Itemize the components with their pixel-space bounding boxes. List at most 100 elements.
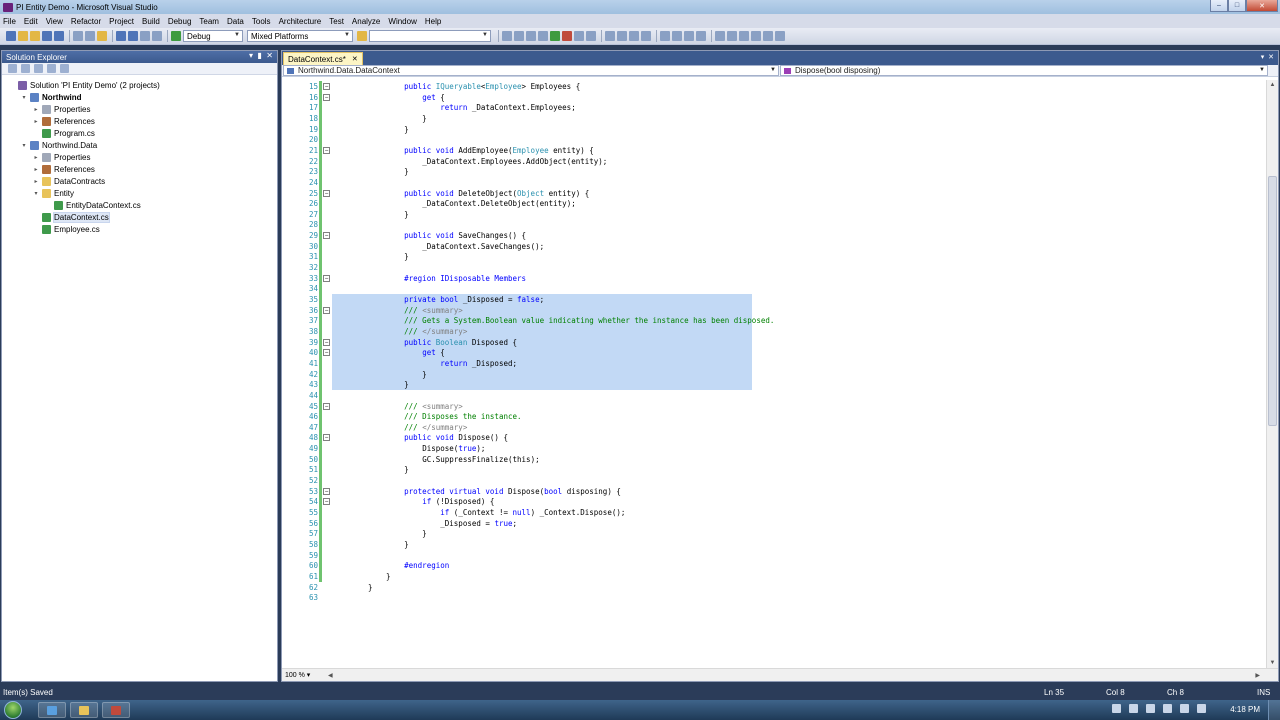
taskbar-visual-studio-button[interactable]	[102, 702, 130, 718]
code-line[interactable]: 56 _Disposed = true;	[282, 518, 1267, 529]
tray-power-icon[interactable]	[1180, 704, 1189, 713]
collapse-region-icon[interactable]: −	[323, 338, 330, 346]
code-line[interactable]: 27 }	[282, 209, 1267, 220]
menu-build[interactable]: Build	[142, 17, 160, 26]
code-line[interactable]: 21− public void AddEmployee(Employee ent…	[282, 145, 1267, 156]
code-line[interactable]: 50 GC.SuppressFinalize(this);	[282, 454, 1267, 465]
taskbar-ie-button[interactable]	[38, 702, 66, 718]
code-line[interactable]: 23 }	[282, 166, 1267, 177]
code-line[interactable]: 57 }	[282, 528, 1267, 539]
tray-network-icon[interactable]	[1146, 704, 1155, 713]
zoom-level[interactable]: 100 % ▾	[282, 671, 322, 679]
menu-edit[interactable]: Edit	[24, 17, 38, 26]
menu-tools[interactable]: Tools	[252, 17, 271, 26]
tree-item[interactable]: ▸ Properties	[32, 103, 90, 115]
code-line[interactable]: 39− public Boolean Disposed {	[282, 337, 1267, 348]
tree-item[interactable]: ▾ Entity	[32, 187, 74, 199]
expand-icon[interactable]: ▸	[32, 118, 40, 125]
member-navigation-select[interactable]: Dispose(bool disposing) ▼	[780, 65, 1268, 76]
copy-icon[interactable]	[85, 31, 95, 41]
tree-item[interactable]: ▸ References	[32, 115, 95, 127]
expand-icon[interactable]: ▸	[32, 178, 40, 185]
solution-configuration-select[interactable]: Debug ▼	[183, 30, 243, 42]
tray-notification-icon[interactable]	[1112, 704, 1121, 713]
navigate-back-icon[interactable]	[140, 31, 150, 41]
menu-refactor[interactable]: Refactor	[71, 17, 101, 26]
code-line[interactable]: 32	[282, 262, 1267, 273]
scroll-up-icon[interactable]: ▲	[1267, 80, 1278, 91]
code-line[interactable]: 55 if (_Context != null) _Context.Dispos…	[282, 507, 1267, 518]
active-files-icon[interactable]: ▾	[1261, 54, 1265, 61]
close-button[interactable]: ✕	[1246, 0, 1278, 12]
tree-item[interactable]: Solution 'PI Entity Demo' (2 projects)	[8, 79, 160, 91]
command-window-icon[interactable]	[574, 31, 584, 41]
tray-flag-icon[interactable]	[1129, 704, 1138, 713]
find-in-files-icon[interactable]	[357, 31, 367, 41]
extension-manager-icon[interactable]	[562, 31, 572, 41]
auto-hide-icon[interactable]: ▮	[257, 51, 261, 60]
code-line[interactable]: 59	[282, 550, 1267, 561]
code-line[interactable]: 53− protected virtual void Dispose(bool …	[282, 486, 1267, 497]
start-button[interactable]	[4, 701, 22, 719]
code-line[interactable]: 24	[282, 177, 1267, 188]
collapse-region-icon[interactable]: −	[323, 306, 330, 314]
code-line[interactable]: 58 }	[282, 539, 1267, 550]
code-line[interactable]: 60 #endregion	[282, 560, 1267, 571]
code-line[interactable]: 42 }	[282, 369, 1267, 380]
collapse-region-icon[interactable]: −	[323, 232, 330, 240]
menu-analyze[interactable]: Analyze	[352, 17, 380, 26]
vertical-scrollbar[interactable]: ▲ ▼	[1266, 80, 1278, 669]
vertical-scroll-thumb[interactable]	[1268, 176, 1277, 426]
display-quick-info-icon[interactable]	[629, 31, 639, 41]
clear-bookmarks-icon[interactable]	[775, 31, 785, 41]
code-line[interactable]: 16− get {	[282, 92, 1267, 103]
comment-out-icon[interactable]	[684, 31, 694, 41]
save-icon[interactable]	[42, 31, 52, 41]
menu-debug[interactable]: Debug	[168, 17, 192, 26]
code-line[interactable]: 61 }	[282, 571, 1267, 582]
code-line[interactable]: 54− if (!Disposed) {	[282, 496, 1267, 507]
code-line[interactable]: 31 }	[282, 251, 1267, 262]
collapse-region-icon[interactable]: −	[323, 146, 330, 154]
redo-icon[interactable]	[128, 31, 138, 41]
scroll-left-icon[interactable]: ◀	[328, 672, 333, 679]
menu-data[interactable]: Data	[227, 17, 244, 26]
tree-item[interactable]: ▸ Properties	[32, 151, 90, 163]
code-line[interactable]: 62}	[282, 582, 1267, 593]
show-desktop-button[interactable]	[1268, 700, 1280, 720]
start-page-icon[interactable]	[550, 31, 560, 41]
code-line[interactable]: 44	[282, 390, 1267, 401]
menu-team[interactable]: Team	[199, 17, 219, 26]
object-browser-icon[interactable]	[526, 31, 536, 41]
start-debugging-icon[interactable]	[171, 31, 181, 41]
menu-file[interactable]: File	[3, 17, 16, 26]
pin-icon[interactable]: ▾	[249, 51, 253, 60]
code-line[interactable]: 46 /// Disposes the instance.	[282, 411, 1267, 422]
tree-item[interactable]: ▸ DataContracts	[32, 175, 105, 187]
display-word-completion-icon[interactable]	[641, 31, 651, 41]
code-line[interactable]: 35 private bool _Disposed = false;	[282, 294, 1267, 305]
tree-item[interactable]: EntityDataContext.cs	[44, 199, 141, 211]
maximize-button[interactable]: □	[1228, 0, 1246, 12]
close-pane-icon[interactable]: ✕	[266, 51, 273, 60]
code-line[interactable]: 52	[282, 475, 1267, 486]
expand-icon[interactable]: ▸	[32, 106, 40, 113]
code-line[interactable]: 47 /// </summary>	[282, 422, 1267, 433]
code-line[interactable]: 19 }	[282, 124, 1267, 135]
taskbar-clock[interactable]: 4:18 PM	[1230, 705, 1260, 714]
navigate-forward-icon[interactable]	[152, 31, 162, 41]
code-line[interactable]: 36− /// <summary>	[282, 305, 1267, 316]
taskbar-explorer-button[interactable]	[70, 702, 98, 718]
decrease-indent-icon[interactable]	[660, 31, 670, 41]
minimize-button[interactable]: –	[1210, 0, 1228, 12]
code-line[interactable]: 26 _DataContext.DeleteObject(entity);	[282, 198, 1267, 209]
refresh-icon[interactable]	[34, 64, 43, 73]
collapse-region-icon[interactable]: −	[323, 93, 330, 101]
tray-volume-icon[interactable]	[1163, 704, 1172, 713]
previous-bookmark-in-folder-icon[interactable]	[751, 31, 761, 41]
code-line[interactable]: 22 _DataContext.Employees.AddObject(enti…	[282, 156, 1267, 167]
solution-platform-select[interactable]: Mixed Platforms ▼	[247, 30, 353, 42]
code-line[interactable]: 45− /// <summary>	[282, 401, 1267, 412]
paste-icon[interactable]	[97, 31, 107, 41]
code-line[interactable]: 18 }	[282, 113, 1267, 124]
